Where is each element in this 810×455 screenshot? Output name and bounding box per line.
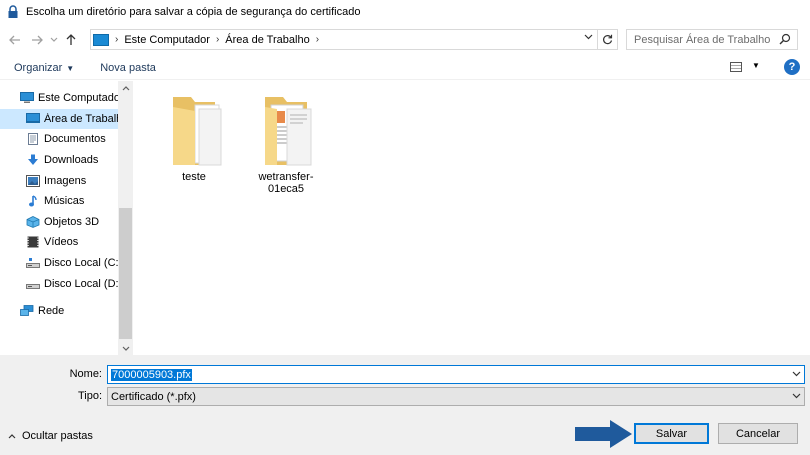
nav-item-label: Documentos (44, 133, 106, 146)
caret-down-icon[interactable]: ▼ (752, 61, 760, 70)
images-icon (26, 174, 40, 187)
breadcrumb-separator-icon[interactable]: › (316, 34, 319, 45)
arrow-right-icon[interactable] (26, 29, 48, 51)
cancel-button[interactable]: Cancelar (718, 423, 798, 444)
nav-item-label: Vídeos (44, 236, 79, 249)
window-title: Escolha um diretório para salvar a cópia… (26, 6, 361, 18)
help-icon[interactable]: ? (784, 59, 800, 75)
nav-item-disco-local-d[interactable]: Disco Local (D:) (0, 273, 118, 294)
nav-item-este-computador[interactable]: Este Computador (0, 88, 118, 109)
folder-icon (165, 95, 223, 167)
lock-icon (6, 5, 20, 19)
network-icon (20, 305, 34, 317)
breadcrumb-area-de-trabalho[interactable]: Área de Trabalho (225, 34, 309, 46)
nav-item-label: Objetos 3D (44, 215, 100, 228)
caret-down-icon: ▼ (66, 63, 75, 73)
chevron-down-icon[interactable] (792, 369, 801, 379)
address-row: › Este Computador › Área de Trabalho › P… (0, 26, 810, 54)
search-input[interactable]: Pesquisar Área de Trabalho (626, 29, 798, 50)
command-toolbar: Organizar ▼ Nova pasta ▼ ? (0, 56, 810, 80)
nav-item-videos[interactable]: Vídeos (0, 232, 118, 253)
save-button[interactable]: Salvar (634, 423, 709, 444)
navigation-list: Este Computador Área de Trabalho Documen… (0, 81, 118, 322)
nav-item-label: Disco Local (C:) (44, 257, 118, 270)
nav-item-label: Rede (38, 305, 65, 318)
desktop-icon (26, 112, 40, 125)
drive-icon (26, 257, 40, 269)
hide-folders-label: Ocultar pastas (22, 430, 93, 442)
pointer-arrow-icon (575, 420, 632, 448)
chevron-up-icon (8, 431, 16, 441)
nav-item-imagens[interactable]: Imagens (0, 170, 118, 191)
folder-item-wetransfer[interactable]: wetransfer-01eca5 (246, 95, 326, 195)
nav-item-label: Músicas (44, 195, 85, 208)
recent-locations-chevron-icon[interactable] (48, 29, 60, 51)
computer-icon (20, 92, 34, 104)
arrow-left-icon[interactable] (4, 29, 26, 51)
nav-item-area-de-trabalho[interactable]: Área de Trabalho (0, 108, 118, 130)
type-label: Tipo: (77, 390, 102, 402)
view-options-icon[interactable] (730, 62, 742, 72)
folder-icon (257, 95, 315, 167)
nav-item-label: Downloads (44, 154, 99, 167)
scrollbar-thumb[interactable] (119, 208, 132, 339)
search-icon[interactable] (779, 33, 791, 48)
document-icon (26, 133, 40, 146)
nav-item-label: Disco Local (D:) (44, 277, 118, 290)
nav-item-objetos-3d[interactable]: Objetos 3D (0, 212, 118, 233)
download-icon (26, 154, 40, 166)
new-folder-button[interactable]: Nova pasta (100, 62, 156, 74)
nav-item-label: Imagens (44, 174, 87, 187)
breadcrumb-separator-icon[interactable]: › (115, 34, 118, 45)
hide-folders-button[interactable]: Ocultar pastas (8, 430, 93, 442)
file-name-value: 7000005903.pfx (111, 368, 192, 381)
video-icon (26, 236, 40, 248)
file-type-value: Certificado (*.pfx) (111, 390, 196, 403)
organize-label: Organizar (14, 61, 63, 74)
nav-scrollbar[interactable] (118, 81, 133, 355)
breadcrumb-este-computador[interactable]: Este Computador (124, 34, 210, 46)
save-form-area: Nome: 7000005903.pfx Tipo: Certificado (… (0, 355, 810, 455)
navigation-pane: Este Computador Área de Trabalho Documen… (0, 81, 133, 355)
scroll-down-arrow-icon[interactable] (118, 341, 133, 355)
nav-item-downloads[interactable]: Downloads (0, 150, 118, 171)
nav-item-label: Área de Trabalho (44, 112, 118, 125)
3d-objects-icon (26, 215, 40, 228)
breadcrumb-separator-icon[interactable]: › (216, 34, 219, 45)
nav-item-label: Este Computador (38, 92, 118, 105)
file-name-input[interactable]: 7000005903.pfx (107, 365, 805, 384)
refresh-icon[interactable] (597, 30, 617, 49)
folder-name: teste (182, 171, 206, 183)
nav-item-rede[interactable]: Rede (0, 301, 118, 322)
organize-button[interactable]: Organizar ▼ (14, 62, 74, 74)
search-placeholder: Pesquisar Área de Trabalho (634, 33, 771, 46)
computer-icon (93, 33, 109, 46)
file-type-select[interactable]: Certificado (*.pfx) (107, 387, 805, 406)
file-list-area[interactable]: teste wetransfer-01eca5 (134, 81, 810, 355)
nav-item-documentos[interactable]: Documentos (0, 129, 118, 150)
address-bar[interactable]: › Este Computador › Área de Trabalho › (90, 29, 618, 50)
music-icon (26, 195, 40, 207)
chevron-down-icon[interactable] (792, 391, 801, 401)
folder-name: wetransfer-01eca5 (258, 171, 314, 195)
name-label: Nome: (69, 368, 102, 380)
scroll-up-arrow-icon[interactable] (118, 81, 133, 95)
title-bar: Escolha um diretório para salvar a cópia… (0, 0, 810, 24)
folder-item-teste[interactable]: teste (154, 95, 234, 183)
arrow-up-icon[interactable] (60, 29, 82, 51)
address-dropdown-chevron-icon[interactable] (584, 32, 593, 43)
nav-item-musicas[interactable]: Músicas (0, 191, 118, 212)
nav-item-disco-local-c[interactable]: Disco Local (C:) (0, 253, 118, 274)
drive-icon (26, 278, 40, 290)
